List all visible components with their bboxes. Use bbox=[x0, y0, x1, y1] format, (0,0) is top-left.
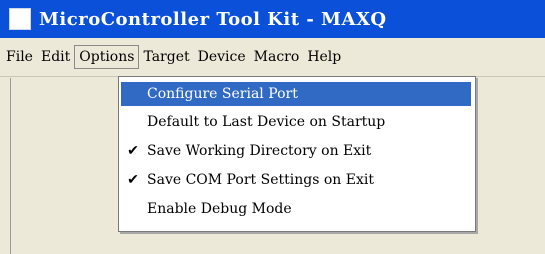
menu-item-label: Enable Debug Mode bbox=[147, 201, 292, 217]
menu-item-save-working-directory[interactable]: ✔ Save Working Directory on Exit bbox=[121, 139, 471, 163]
menu-item-configure-serial-port[interactable]: Configure Serial Port bbox=[121, 82, 471, 106]
menu-bar: File Edit Options Target Device Macro He… bbox=[0, 38, 545, 77]
menu-macro[interactable]: Macro bbox=[250, 45, 304, 69]
menu-target[interactable]: Target bbox=[139, 45, 193, 69]
menu-item-save-com-port-settings[interactable]: ✔ Save COM Port Settings on Exit bbox=[121, 168, 471, 192]
options-dropdown: Configure Serial Port Default to Last De… bbox=[118, 76, 476, 232]
app-icon bbox=[9, 8, 31, 30]
menu-item-enable-debug-mode[interactable]: Enable Debug Mode bbox=[121, 197, 471, 221]
menu-help[interactable]: Help bbox=[303, 45, 345, 69]
app-window: MicroController Tool Kit - MAXQ File Edi… bbox=[0, 0, 545, 254]
window-title: MicroController Tool Kit - MAXQ bbox=[39, 8, 387, 30]
menu-file[interactable]: File bbox=[2, 45, 37, 69]
menu-item-default-last-device[interactable]: Default to Last Device on Startup bbox=[121, 110, 471, 134]
menu-device[interactable]: Device bbox=[194, 45, 250, 69]
menu-item-label: Default to Last Device on Startup bbox=[147, 114, 386, 130]
title-bar[interactable]: MicroController Tool Kit - MAXQ bbox=[0, 0, 545, 38]
menu-item-label: Configure Serial Port bbox=[147, 86, 298, 102]
menu-item-label: Save COM Port Settings on Exit bbox=[147, 172, 374, 188]
menu-options[interactable]: Options bbox=[74, 45, 140, 69]
check-icon: ✔ bbox=[127, 143, 139, 159]
menu-edit[interactable]: Edit bbox=[37, 45, 74, 69]
client-left-border bbox=[10, 78, 11, 254]
check-icon: ✔ bbox=[127, 172, 139, 188]
menu-item-label: Save Working Directory on Exit bbox=[147, 143, 372, 159]
